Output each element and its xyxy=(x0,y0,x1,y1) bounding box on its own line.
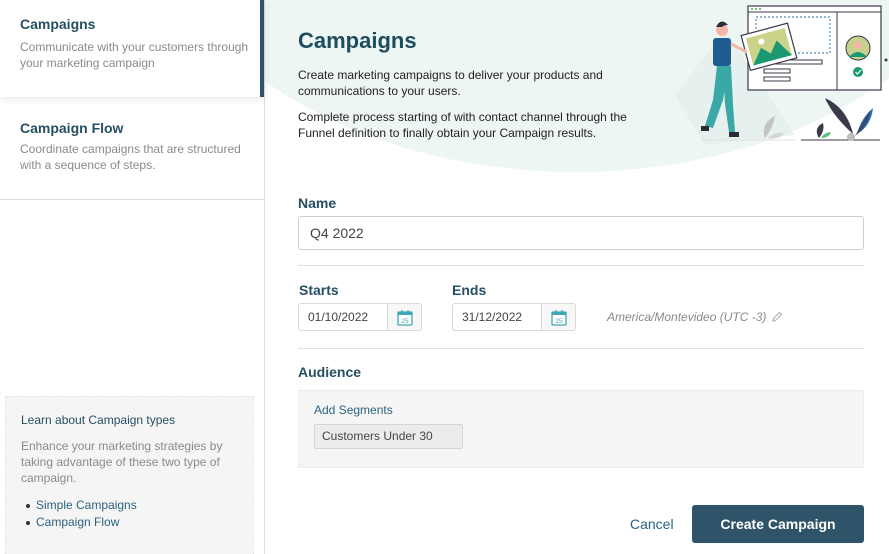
learn-about-box: Learn about Campaign types Enhance your … xyxy=(5,396,254,554)
add-segments-link[interactable]: Add Segments xyxy=(314,403,393,417)
audience-box: Add Segments Customers Under 30 xyxy=(298,390,864,468)
sidebar: Campaigns Communicate with your customer… xyxy=(0,0,265,554)
audience-label: Audience xyxy=(298,364,362,380)
segment-chip[interactable]: Customers Under 30 xyxy=(314,424,463,449)
starts-calendar-button[interactable]: 25 xyxy=(388,304,421,330)
cancel-button[interactable]: Cancel xyxy=(630,516,674,532)
sidebar-item-campaigns[interactable]: Campaigns Communicate with your customer… xyxy=(0,0,264,97)
hero-description: Create marketing campaigns to deliver yo… xyxy=(298,68,603,98)
calendar-day: 25 xyxy=(555,318,563,325)
link-simple-campaigns[interactable]: Simple Campaigns xyxy=(21,497,253,514)
learn-title: Learn about Campaign types xyxy=(21,413,176,427)
sidebar-item-campaign-flow[interactable]: Campaign Flow Coordinate campaigns that … xyxy=(0,97,264,200)
timezone: America/Montevideo (UTC -3) xyxy=(607,310,783,324)
name-label: Name xyxy=(298,195,337,211)
sidebar-item-title: Campaigns xyxy=(20,16,96,32)
starts-label: Starts xyxy=(299,282,339,298)
starts-date-picker: 01/10/2022 25 xyxy=(298,303,422,331)
starts-date-input[interactable]: 01/10/2022 xyxy=(299,304,388,330)
sidebar-item-description: Coordinate campaigns that are structured… xyxy=(20,142,241,172)
page-title: Campaigns xyxy=(298,28,417,53)
divider xyxy=(298,265,864,266)
main-content: Campaigns Create marketing campaigns to … xyxy=(265,0,889,554)
timezone-value: America/Montevideo (UTC -3) xyxy=(607,310,767,324)
pencil-icon[interactable] xyxy=(771,311,783,323)
link-campaign-flow[interactable]: Campaign Flow xyxy=(21,514,253,531)
learn-text: Enhance your marketing strategies by tak… xyxy=(21,439,223,485)
create-campaign-button[interactable]: Create Campaign xyxy=(692,505,864,543)
person-holding-image-illustration xyxy=(675,5,888,145)
calendar-day: 25 xyxy=(401,318,409,325)
app: Campaigns Communicate with your customer… xyxy=(0,0,889,554)
calendar-icon: 25 xyxy=(396,309,413,326)
ends-date-input[interactable]: 31/12/2022 xyxy=(453,304,542,330)
sidebar-item-title: Campaign Flow xyxy=(20,120,124,136)
ends-date-picker: 31/12/2022 25 xyxy=(452,303,576,331)
learn-links: Simple Campaigns Campaign Flow xyxy=(21,497,253,531)
ends-calendar-button[interactable]: 25 xyxy=(542,304,575,330)
divider xyxy=(298,348,864,349)
sidebar-item-description: Communicate with your customers through … xyxy=(20,40,249,70)
name-input[interactable]: Q4 2022 xyxy=(298,216,864,250)
ends-label: Ends xyxy=(452,282,487,298)
calendar-icon: 25 xyxy=(550,309,567,326)
hero-description-2: Complete process starting of with contac… xyxy=(298,110,627,140)
